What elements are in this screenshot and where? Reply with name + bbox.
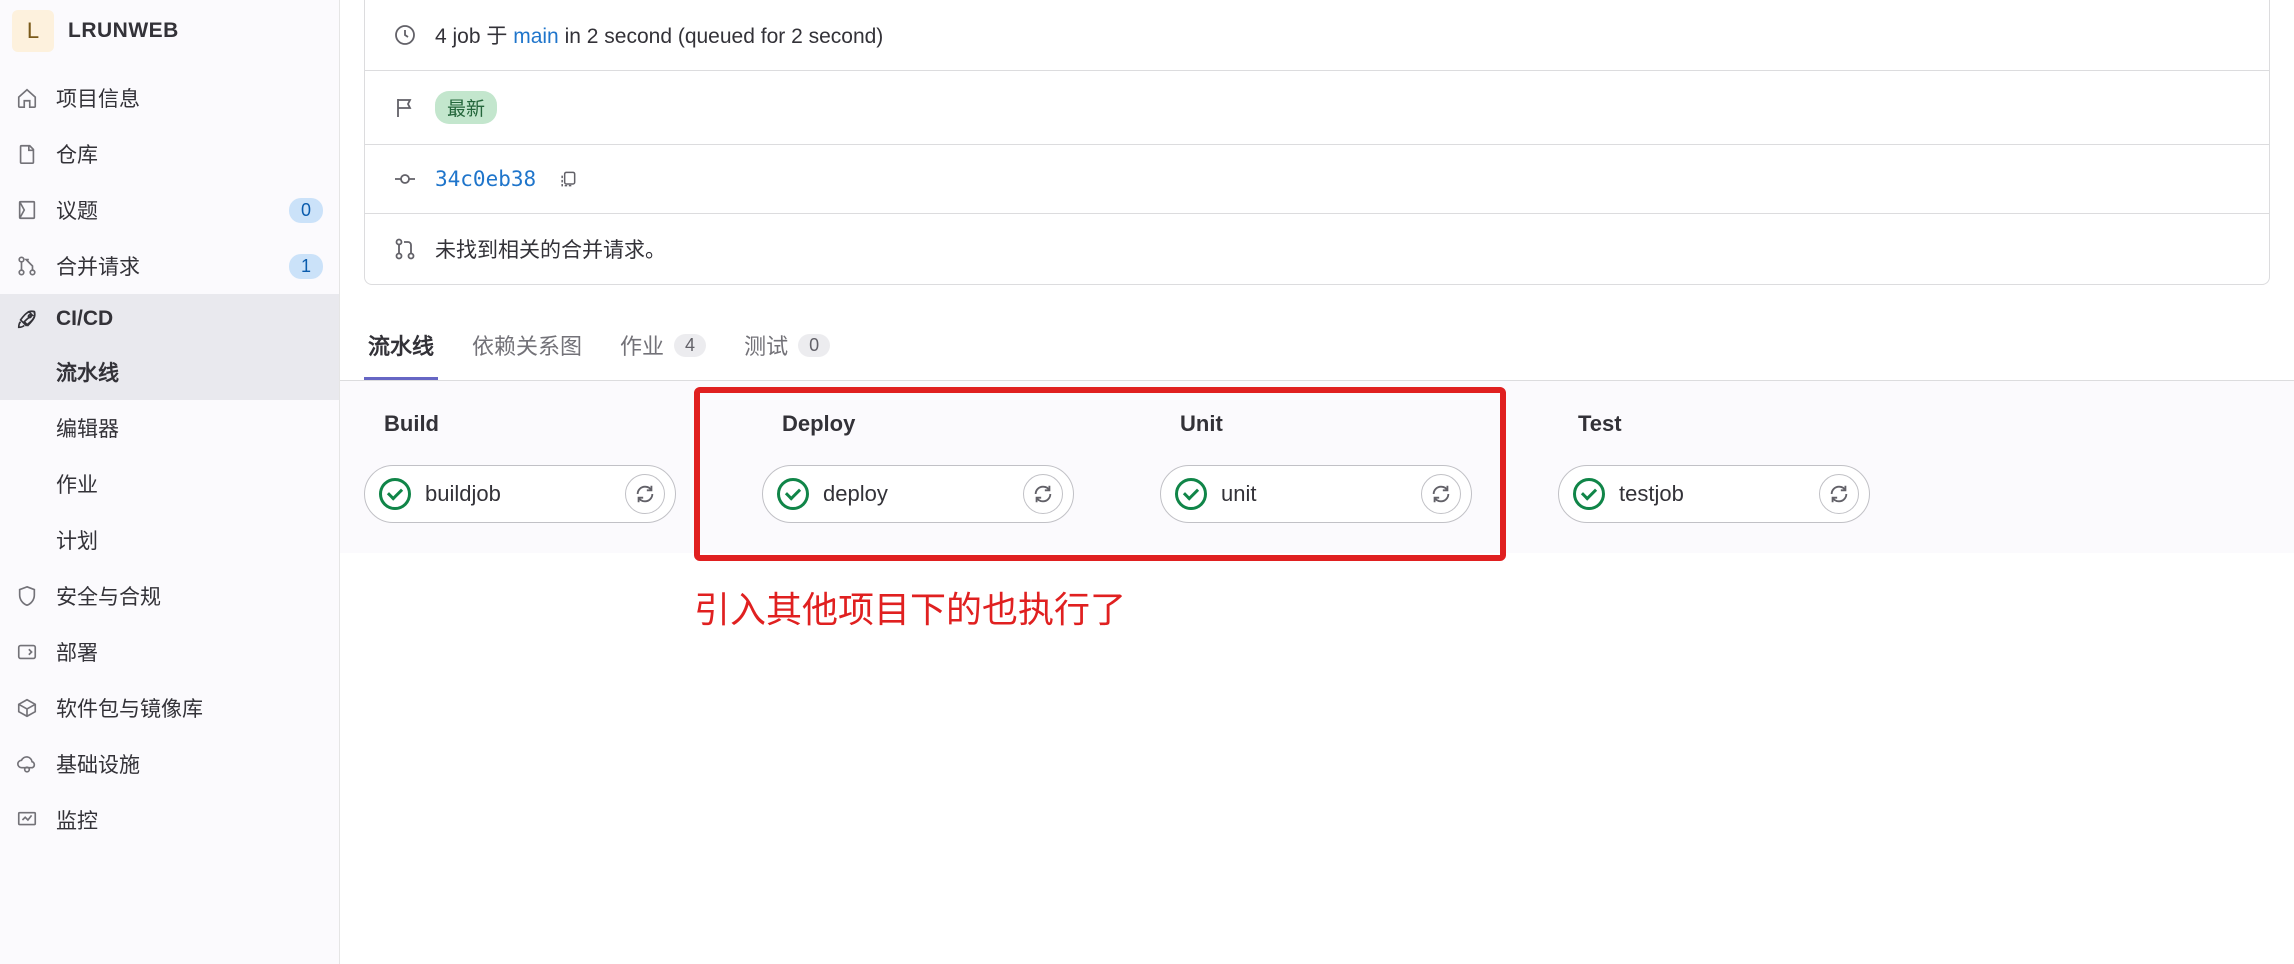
stage-name: Deploy: [762, 411, 1074, 437]
project-name: LRUNWEB: [68, 19, 179, 43]
home-icon: [16, 87, 38, 109]
sidebar-item-project-info[interactable]: 项目信息: [0, 70, 339, 126]
stage-name: Test: [1558, 411, 1870, 437]
pipeline-tabs: 流水线 依赖关系图 作业 4 测试 0: [340, 313, 2294, 381]
commit-icon: [393, 167, 417, 191]
tab-needs[interactable]: 依赖关系图: [468, 313, 586, 380]
mr-row: 未找到相关的合并请求。: [365, 214, 2269, 284]
main-content: 4 job 于 main in 2 second (queued for 2 s…: [340, 0, 2294, 964]
commit-row: 34c0eb38: [365, 145, 2269, 214]
mr-count-badge: 1: [289, 254, 323, 279]
tab-jobs[interactable]: 作业 4: [616, 313, 710, 380]
job-buildjob[interactable]: buildjob: [364, 465, 676, 523]
stage-build: Build buildjob: [364, 411, 676, 523]
job-name: unit: [1221, 481, 1407, 507]
cloud-gear-icon: [16, 753, 38, 775]
status-success-icon: [379, 478, 411, 510]
copy-sha-button[interactable]: [554, 165, 582, 193]
sidebar-item-label: CI/CD: [56, 307, 323, 331]
project-header[interactable]: L LRUNWEB: [0, 2, 339, 60]
retry-button[interactable]: [625, 474, 665, 514]
job-name: testjob: [1619, 481, 1805, 507]
job-unit[interactable]: unit: [1160, 465, 1472, 523]
stage-test: Test testjob: [1558, 411, 1870, 523]
sidebar-item-packages[interactable]: 软件包与镜像库: [0, 680, 339, 736]
issues-count-badge: 0: [289, 198, 323, 223]
latest-row: 最新: [365, 71, 2269, 145]
job-testjob[interactable]: testjob: [1558, 465, 1870, 523]
deploy-icon: [16, 641, 38, 663]
job-name: buildjob: [425, 481, 611, 507]
sidebar-item-security[interactable]: 安全与合规: [0, 568, 339, 624]
retry-button[interactable]: [1819, 474, 1859, 514]
sidebar-item-label: 软件包与镜像库: [56, 693, 323, 723]
sidebar-item-label: 基础设施: [56, 749, 323, 779]
sidebar-item-label: 议题: [56, 195, 271, 225]
retry-button[interactable]: [1023, 474, 1063, 514]
pipeline-info-card: 4 job 于 main in 2 second (queued for 2 s…: [364, 0, 2270, 285]
branch-link[interactable]: main: [513, 25, 559, 48]
subnav-editor[interactable]: 编辑器: [0, 400, 339, 456]
tab-label: 流水线: [368, 329, 434, 361]
subnav-pipelines[interactable]: 流水线: [0, 344, 339, 400]
sidebar-item-monitor[interactable]: 监控: [0, 792, 339, 848]
commit-sha-link[interactable]: 34c0eb38: [435, 167, 536, 191]
duration-text: 4 job 于 main in 2 second (queued for 2 s…: [435, 20, 883, 50]
file-icon: [16, 143, 38, 165]
sidebar-item-issues[interactable]: 议题 0: [0, 182, 339, 238]
stage-name: Unit: [1160, 411, 1472, 437]
shield-icon: [16, 585, 38, 607]
annotation-text: 引入其他项目下的也执行了: [694, 581, 1126, 633]
status-success-icon: [777, 478, 809, 510]
tab-label: 作业: [620, 329, 664, 361]
sidebar-item-label: 监控: [56, 805, 323, 835]
merge-request-icon: [16, 255, 38, 277]
status-success-icon: [1573, 478, 1605, 510]
issue-icon: [16, 199, 38, 221]
sidebar-item-label: 部署: [56, 637, 323, 667]
sidebar-item-label: 合并请求: [56, 251, 271, 281]
tab-label: 测试: [744, 329, 788, 361]
job-name: deploy: [823, 481, 1009, 507]
tab-pipeline[interactable]: 流水线: [364, 313, 438, 380]
jobs-prefix: 4 job 于: [435, 25, 513, 48]
monitor-icon: [16, 809, 38, 831]
tab-label: 依赖关系图: [472, 329, 582, 361]
pipeline-duration-row: 4 job 于 main in 2 second (queued for 2 s…: [365, 0, 2269, 71]
sidebar-item-repository[interactable]: 仓库: [0, 126, 339, 182]
stage-name: Build: [364, 411, 676, 437]
merge-request-icon: [393, 237, 417, 261]
sidebar: L LRUNWEB 项目信息 仓库 议题 0 合并请求 1: [0, 0, 340, 964]
status-success-icon: [1175, 478, 1207, 510]
stage-deploy: Deploy deploy: [762, 411, 1074, 523]
latest-badge: 最新: [435, 91, 497, 124]
project-avatar: L: [12, 10, 54, 52]
flag-icon: [393, 96, 417, 120]
pipeline-graph: Build buildjob Deploy deploy: [340, 381, 2294, 553]
jobs-suffix: in 2 second (queued for 2 second): [559, 25, 884, 48]
retry-button[interactable]: [1421, 474, 1461, 514]
tab-tests[interactable]: 测试 0: [740, 313, 834, 380]
tab-jobs-count: 4: [674, 334, 706, 357]
stage-unit: Unit unit: [1160, 411, 1472, 523]
sidebar-item-infrastructure[interactable]: 基础设施: [0, 736, 339, 792]
sidebar-item-label: 仓库: [56, 139, 323, 169]
tab-tests-count: 0: [798, 334, 830, 357]
mr-text: 未找到相关的合并请求。: [435, 234, 666, 264]
job-deploy[interactable]: deploy: [762, 465, 1074, 523]
sidebar-item-label: 安全与合规: [56, 581, 323, 611]
sidebar-item-label: 项目信息: [56, 83, 323, 113]
sidebar-item-deployments[interactable]: 部署: [0, 624, 339, 680]
sidebar-item-merge-requests[interactable]: 合并请求 1: [0, 238, 339, 294]
clock-icon: [393, 23, 417, 47]
subnav-jobs[interactable]: 作业: [0, 456, 339, 512]
rocket-icon: [16, 308, 38, 330]
package-icon: [16, 697, 38, 719]
subnav-schedules[interactable]: 计划: [0, 512, 339, 568]
sidebar-item-cicd[interactable]: CI/CD: [0, 294, 339, 344]
